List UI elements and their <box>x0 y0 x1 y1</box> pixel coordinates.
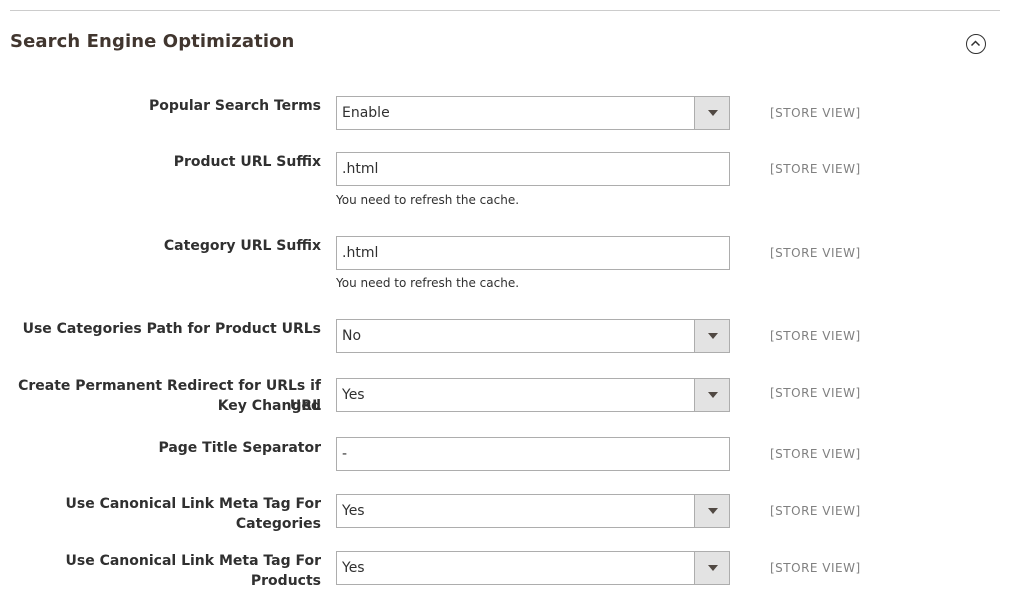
chevron-down-icon <box>708 392 718 398</box>
use-categories-path-select[interactable]: No <box>336 319 730 353</box>
field-note: You need to refresh the cache. <box>336 193 520 207</box>
field-label: Use Canonical Link Meta Tag For Products <box>65 553 321 589</box>
field-label: Use Categories Path for Product URLs <box>22 321 321 337</box>
collapse-section-button[interactable] <box>966 34 986 54</box>
section-divider <box>10 10 1000 11</box>
select-value: Yes <box>342 503 365 519</box>
product-url-suffix-input[interactable]: .html <box>336 152 730 186</box>
input-value: .html <box>342 245 379 261</box>
field-label: Use Canonical Link Meta Tag For Categori… <box>65 496 321 532</box>
chevron-down-icon <box>708 565 718 571</box>
select-value: Yes <box>342 560 365 576</box>
scope-label: [STORE VIEW] <box>770 329 861 343</box>
scope-label: [STORE VIEW] <box>770 561 861 575</box>
select-value: Enable <box>342 105 390 121</box>
dropdown-arrow-button[interactable] <box>694 495 729 527</box>
scope-label: [STORE VIEW] <box>770 106 861 120</box>
dropdown-arrow-button[interactable] <box>694 97 729 129</box>
permanent-redirect-select[interactable]: Yes <box>336 378 730 412</box>
chevron-down-icon <box>708 110 718 116</box>
field-note: You need to refresh the cache. <box>336 276 520 290</box>
scope-label: [STORE VIEW] <box>770 162 861 176</box>
field-label: Product URL Suffix <box>173 154 321 170</box>
scope-label: [STORE VIEW] <box>770 246 861 260</box>
select-value: Yes <box>342 387 365 403</box>
chevron-down-icon <box>708 508 718 514</box>
field-label: Category URL Suffix <box>163 238 321 254</box>
field-label: Page Title Separator <box>158 440 321 456</box>
scope-label: [STORE VIEW] <box>770 504 861 518</box>
page-title-separator-input[interactable]: - <box>336 437 730 471</box>
category-url-suffix-input[interactable]: .html <box>336 236 730 270</box>
section-title[interactable]: Search Engine Optimization <box>10 31 294 52</box>
scope-label: [STORE VIEW] <box>770 447 861 461</box>
dropdown-arrow-button[interactable] <box>694 320 729 352</box>
chevron-down-icon <box>708 333 718 339</box>
seo-config-page: Search Engine Optimization Popular Searc… <box>0 0 1024 597</box>
popular-search-terms-select[interactable]: Enable <box>336 96 730 130</box>
field-label: Popular Search Terms <box>149 98 321 114</box>
chevron-up-icon <box>970 40 981 47</box>
input-value: - <box>342 446 348 462</box>
dropdown-arrow-button[interactable] <box>694 552 729 584</box>
scope-label: [STORE VIEW] <box>770 386 861 400</box>
field-label-line-2: Key Changed <box>217 398 321 414</box>
canonical-products-select[interactable]: Yes <box>336 551 730 585</box>
canonical-categories-select[interactable]: Yes <box>336 494 730 528</box>
dropdown-arrow-button[interactable] <box>694 379 729 411</box>
select-value: No <box>342 328 362 344</box>
input-value: .html <box>342 161 379 177</box>
